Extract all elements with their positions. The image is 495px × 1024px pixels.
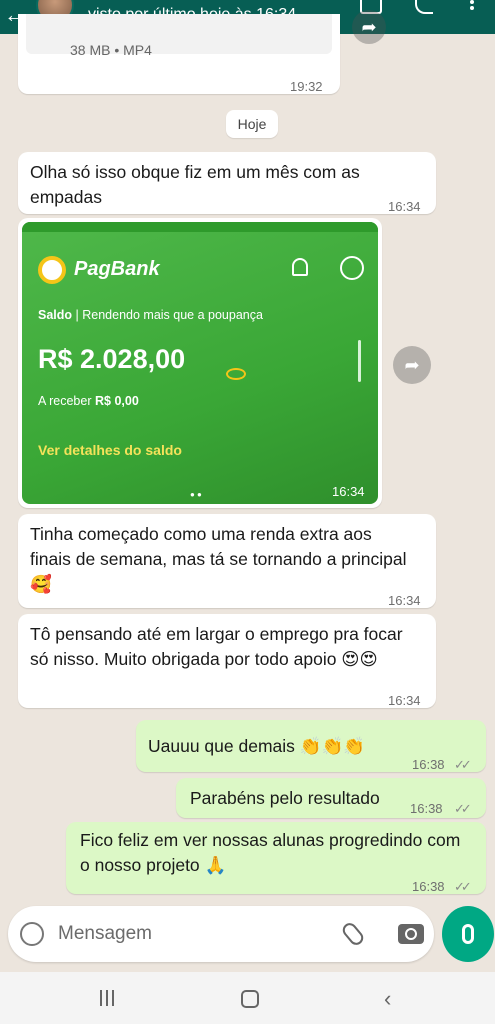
message-text: Olha só isso obque fiz em um mês com as …: [30, 162, 360, 207]
phone-status-bar: [22, 222, 378, 232]
message-text: Uauuu que demais 👏👏👏: [148, 736, 366, 756]
bell-icon: [292, 258, 308, 276]
video-meta: 38 MB • MP4: [70, 42, 152, 58]
date-chip: Hoje: [226, 110, 278, 138]
message-time: 16:38: [412, 879, 445, 894]
message-text: Tinha começado como uma renda extra aos …: [30, 524, 407, 594]
message-text: Fico feliz em ver nossas alunas progredi…: [80, 830, 461, 875]
read-ticks-icon: ✓✓: [454, 757, 472, 772]
outgoing-message[interactable]: Parabéns pelo resultado 16:38 ✓✓: [176, 778, 486, 818]
nav-back-icon[interactable]: ‹: [384, 986, 391, 1012]
image-message[interactable]: PagBank Saldo | Rendendo mais que a poup…: [18, 218, 382, 508]
message-time: 16:34: [388, 693, 421, 708]
scroll-indicator: [358, 340, 361, 382]
camera-icon[interactable]: [398, 924, 424, 944]
pagbank-brand: PagBank: [74, 258, 160, 280]
hide-balance-icon: [226, 368, 246, 380]
message-text: Parabéns pelo resultado: [190, 788, 380, 808]
message-time: 16:38: [410, 801, 443, 816]
incoming-message[interactable]: Tô pensando até em largar o emprego pra …: [18, 614, 436, 708]
mic-icon[interactable]: [442, 906, 494, 962]
message-time: 16:34: [388, 593, 421, 608]
forward-icon[interactable]: ➦: [393, 346, 431, 384]
recent-apps-icon[interactable]: [100, 990, 118, 1006]
video-message[interactable]: 38 MB • MP4 19:32: [18, 14, 340, 94]
message-time: 16:34: [388, 199, 421, 214]
receber-line: A receber R$ 0,00: [38, 394, 139, 408]
incoming-message[interactable]: Tinha começado como uma renda extra aos …: [18, 514, 436, 608]
outgoing-message[interactable]: Fico feliz em ver nossas alunas progredi…: [66, 822, 486, 894]
forward-icon[interactable]: ➦: [352, 10, 386, 44]
receber-label: A receber: [38, 394, 92, 408]
phone-icon[interactable]: [415, 0, 433, 14]
more-icon[interactable]: [470, 0, 474, 16]
message-time: 16:34: [332, 484, 365, 499]
details-link: Ver detalhes do saldo: [38, 442, 182, 458]
balance-amount: R$ 2.028,00: [38, 344, 186, 374]
emoji-icon[interactable]: [20, 922, 44, 946]
home-icon[interactable]: [241, 990, 259, 1008]
user-icon: [340, 256, 364, 280]
saldo-label: Saldo: [38, 308, 73, 322]
message-input[interactable]: [58, 920, 318, 948]
pagbank-logo-icon: [38, 256, 66, 284]
page-dots: ● ●: [190, 490, 202, 499]
message-composer: [8, 906, 434, 962]
message-time: 19:32: [290, 79, 323, 94]
message-text: Tô pensando até em largar o emprego pra …: [30, 624, 403, 669]
read-ticks-icon: ✓✓: [454, 801, 472, 816]
saldo-sub: | Rendendo mais que a poupança: [75, 308, 263, 322]
pagbank-screenshot: PagBank Saldo | Rendendo mais que a poup…: [22, 222, 378, 504]
receber-value: R$ 0,00: [95, 394, 139, 408]
system-nav-bar: ‹: [0, 972, 495, 1024]
outgoing-message[interactable]: Uauuu que demais 👏👏👏 16:38 ✓✓: [136, 720, 486, 772]
saldo-line: Saldo | Rendendo mais que a poupança: [38, 308, 263, 322]
read-ticks-icon: ✓✓: [454, 879, 472, 894]
attach-icon[interactable]: [339, 920, 367, 948]
incoming-message[interactable]: Olha só isso obque fiz em um mês com as …: [18, 152, 436, 214]
message-time: 16:38: [412, 757, 445, 772]
